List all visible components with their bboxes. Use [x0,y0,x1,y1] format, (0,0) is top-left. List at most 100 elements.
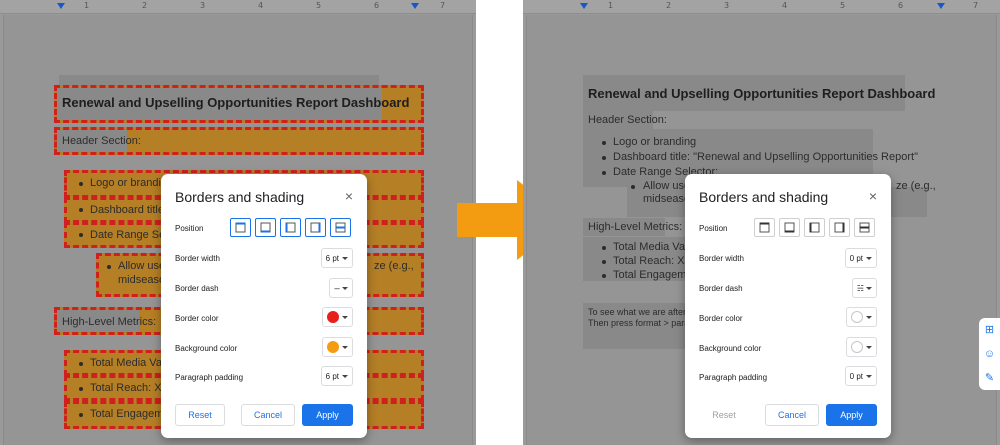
document-title: Renewal and Upselling Opportunities Repo… [588,86,936,101]
border-right-button[interactable] [829,218,850,237]
list-item: Logo or branding [613,136,697,148]
bullet-dot [79,208,83,212]
chevron-down-icon [866,345,872,349]
border-width-label: Border width [175,254,220,263]
border-width-value: 6 pt [325,253,339,263]
bullet-dot [79,387,83,391]
ruler-number: 1 [608,1,614,10]
ruler-number: 5 [840,1,846,10]
right-indent-marker[interactable] [411,3,419,9]
dash-style-icon: --- [334,283,340,293]
bullet-dot [602,274,606,278]
ruler-number: 1 [84,1,90,10]
border-width-select[interactable]: 0 pt [844,248,877,268]
border-right-icon [834,222,845,233]
ruler-number: 4 [782,1,788,10]
border-left-icon [809,222,820,233]
ruler-number: 2 [142,1,148,10]
ruler-number: 6 [374,1,380,10]
apply-button[interactable]: Apply [826,404,877,426]
border-between-button[interactable] [330,218,351,237]
background-color-label: Background color [699,344,762,353]
border-right-icon [310,222,321,233]
background-color-select[interactable] [322,337,353,357]
border-left-button[interactable] [804,218,825,237]
ruler-number: 7 [440,1,446,10]
ruler[interactable]: 1 2 3 4 5 6 7 [0,0,476,14]
position-buttons [754,218,875,237]
left-indent-marker[interactable] [580,3,588,9]
border-bottom-icon [784,222,795,233]
ruler-number: 4 [258,1,264,10]
cancel-button[interactable]: Cancel [241,404,295,426]
right-indent-marker[interactable] [937,3,945,9]
background-color-select[interactable] [846,337,877,357]
add-comment-icon[interactable]: ⊞ [985,324,994,336]
position-buttons [230,218,351,237]
bullet-dot [79,233,83,237]
before-panel: 1 2 3 4 5 6 7 Renewal and Upselling Oppo… [0,0,476,445]
border-top-button[interactable] [230,218,251,237]
border-bottom-button[interactable] [779,218,800,237]
border-color-label: Border color [699,314,743,323]
position-label: Position [175,224,204,233]
position-label: Position [699,224,728,233]
border-width-select[interactable]: 6 pt [320,248,353,268]
list-item: Dashboard title: "Renewal and Upselling … [613,151,918,163]
reset-button[interactable]: Reset [699,404,749,426]
document-title: Renewal and Upselling Opportunities Repo… [62,95,410,110]
bullet-dot [107,265,111,269]
chevron-down-icon [342,315,348,319]
close-icon[interactable]: × [869,188,877,204]
high-level-label: High-Level Metrics: [588,221,683,233]
border-between-button[interactable] [854,218,875,237]
ruler[interactable]: 1 2 3 4 5 6 7 [523,0,1000,14]
left-indent-marker[interactable] [57,3,65,9]
chevron-down-icon [866,256,872,260]
border-bottom-button[interactable] [255,218,276,237]
paragraph-padding-label: Paragraph padding [175,373,244,382]
background-color-label: Background color [175,344,238,353]
border-dash-label: Border dash [699,284,743,293]
ruler-number: 3 [200,1,206,10]
border-right-button[interactable] [305,218,326,237]
border-top-icon [235,222,246,233]
border-width-value: 0 pt [849,253,863,263]
ruler-number: 5 [316,1,322,10]
ruler-number: 7 [973,1,979,10]
paragraph-padding-select[interactable]: 0 pt [844,366,877,386]
sub-list-item-end: ze (e.g., [374,260,414,272]
border-dash-select[interactable]: --- [329,278,353,298]
border-between-icon [335,222,346,233]
emoji-icon[interactable]: ☺ [984,348,995,360]
chevron-down-icon [342,286,348,290]
background-color-swatch [327,341,339,353]
background-color-swatch [851,341,863,353]
note-line: To see what we are after pl [588,307,696,317]
border-left-button[interactable] [280,218,301,237]
border-left-icon [285,222,296,233]
paragraph-padding-value: 6 pt [325,371,339,381]
bullet-dot [631,185,635,189]
border-dash-label: Border dash [175,284,219,293]
after-panel: 1 2 3 4 5 6 7 Renewal and Upselling Oppo… [523,0,1000,445]
suggest-edit-icon[interactable]: ✎ [985,372,994,384]
paragraph-padding-select[interactable]: 6 pt [320,366,353,386]
border-color-select[interactable] [846,307,877,327]
border-color-select[interactable] [322,307,353,327]
cancel-button[interactable]: Cancel [765,404,819,426]
border-top-button[interactable] [754,218,775,237]
border-color-swatch [327,311,339,323]
bullet-dot [602,246,606,250]
dialog-title: Borders and shading [175,189,305,205]
chevron-down-icon [342,374,348,378]
close-icon[interactable]: × [345,188,353,204]
reset-button[interactable]: Reset [175,404,225,426]
border-bottom-icon [260,222,271,233]
border-dash-select[interactable]: ☵ [851,278,877,298]
chevron-down-icon [866,286,872,290]
apply-button[interactable]: Apply [302,404,353,426]
ruler-number: 3 [724,1,730,10]
ruler-number: 2 [666,1,672,10]
border-top-icon [759,222,770,233]
